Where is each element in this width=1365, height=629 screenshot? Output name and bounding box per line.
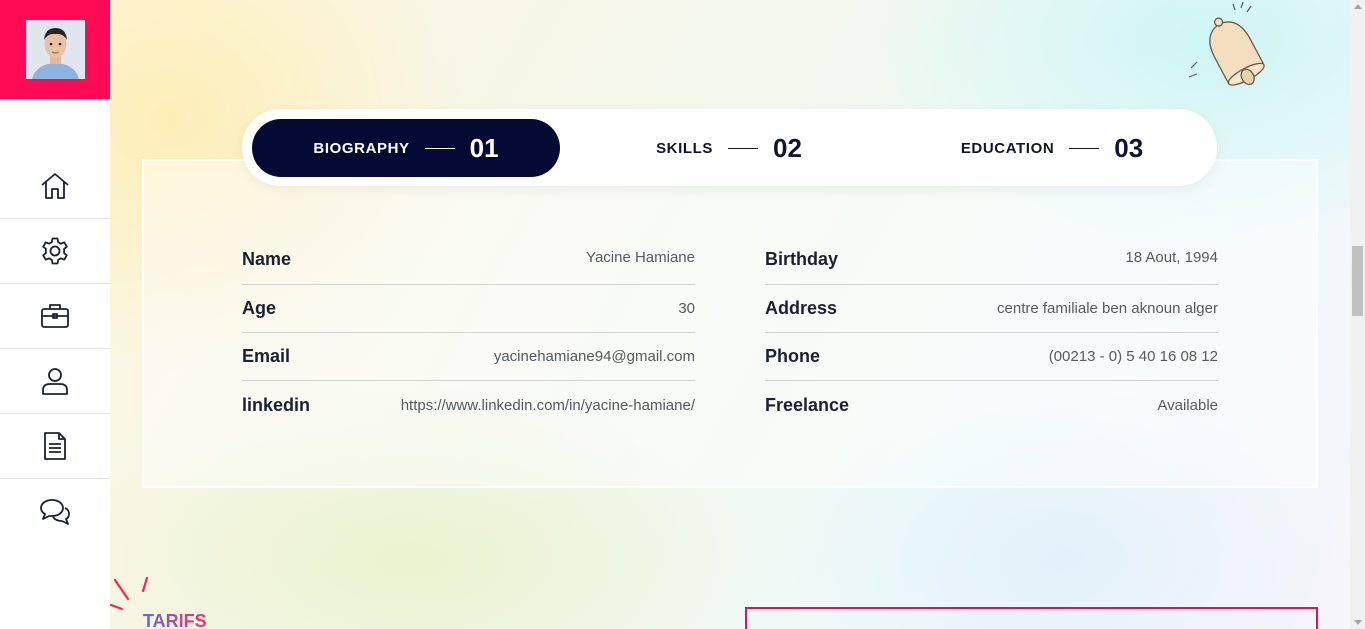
pricing-card <box>745 607 1318 629</box>
tab-divider <box>728 147 758 149</box>
home-icon <box>41 173 69 199</box>
section-title: TARIFS <box>143 611 207 629</box>
document-icon <box>44 432 66 460</box>
bio-label: Name <box>242 249 292 269</box>
nav-item-contact[interactable] <box>0 479 110 544</box>
bio-label: Age <box>242 298 277 318</box>
tab-number: 01 <box>469 132 499 163</box>
bio-value: Yacine Hamiane <box>586 249 695 266</box>
bio-row-freelance: Freelance Available <box>765 381 1218 429</box>
bio-row-birthday: Birthday 18 Aout, 1994 <box>765 237 1218 285</box>
nav-item-resume[interactable] <box>0 414 110 479</box>
bio-label: Freelance <box>765 394 850 415</box>
avatar-photo <box>25 20 85 79</box>
gear-icon <box>42 237 68 265</box>
bio-label: Birthday <box>765 249 839 269</box>
nav-item-portfolio[interactable] <box>0 284 110 349</box>
page-scrollbar[interactable] <box>1350 0 1365 629</box>
bio-label: linkedin <box>242 394 311 415</box>
nav-item-settings[interactable] <box>0 219 110 284</box>
bio-row-age: Age 30 <box>242 285 695 333</box>
nav-item-about[interactable] <box>0 349 110 414</box>
bio-row-address: Address centre familiale ben aknoun alge… <box>765 285 1218 333</box>
tab-education[interactable]: EDUCATION 03 <box>897 119 1207 177</box>
sidebar-nav <box>0 154 110 544</box>
tab-biography[interactable]: BIOGRAPHY 01 <box>252 119 560 177</box>
bio-value: 30 <box>678 300 695 317</box>
nav-item-home[interactable] <box>0 154 110 219</box>
avatar[interactable] <box>25 20 85 79</box>
biography-card: Name Yacine Hamiane Age 30 Email yacineh… <box>142 159 1318 488</box>
tab-number: 02 <box>773 132 802 163</box>
tab-skills[interactable]: SKILLS 02 <box>579 119 879 177</box>
bio-value: Available <box>1157 396 1218 414</box>
bio-label: Address <box>765 298 838 318</box>
briefcase-icon <box>41 304 69 328</box>
scroll-up-arrow-icon[interactable] <box>1354 4 1362 9</box>
tab-label: EDUCATION <box>960 139 1055 157</box>
bio-label: Email <box>242 346 291 366</box>
tab-label: SKILLS <box>656 139 713 157</box>
sparkle-icon <box>110 576 149 611</box>
bio-row-phone: Phone (00213 - 0) 5 40 16 08 12 <box>765 333 1218 381</box>
avatar-container <box>0 0 110 99</box>
scroll-thumb[interactable] <box>1352 246 1363 316</box>
bio-value: (00213 - 0) 5 40 16 08 12 <box>1048 348 1218 365</box>
bio-value-email[interactable]: yacinehamiane94@gmail.com <box>494 348 695 365</box>
bio-row-linkedin: linkedin https://www.linkedin.com/in/yac… <box>242 381 695 429</box>
tab-divider <box>1069 147 1100 149</box>
bio-value: 18 Aout, 1994 <box>1125 249 1218 266</box>
bio-value: centre familiale ben aknoun alger <box>997 300 1218 317</box>
bell-icon <box>1188 1 1265 86</box>
tab-label: BIOGRAPHY <box>313 139 410 157</box>
sidebar <box>0 0 110 629</box>
profile-tabs: BIOGRAPHY 01 SKILLS 02 EDUCATION 03 <box>242 109 1217 186</box>
bio-column-right: Birthday 18 Aout, 1994 Address centre fa… <box>765 237 1218 429</box>
bio-column-left: Name Yacine Hamiane Age 30 Email yacineh… <box>242 237 695 429</box>
bio-value-linkedin[interactable]: https://www.linkedin.com/in/yacine-hamia… <box>401 397 695 414</box>
chat-icon <box>40 498 70 525</box>
tab-number: 03 <box>1114 132 1144 163</box>
bio-label: Phone <box>765 346 821 366</box>
main-content: Name Yacine Hamiane Age 30 Email yacineh… <box>110 0 1350 629</box>
tab-divider <box>424 147 455 149</box>
user-icon <box>42 368 68 395</box>
bio-row-name: Name Yacine Hamiane <box>242 237 695 285</box>
scroll-down-arrow-icon[interactable] <box>1354 620 1362 625</box>
bio-row-email: Email yacinehamiane94@gmail.com <box>242 333 695 381</box>
